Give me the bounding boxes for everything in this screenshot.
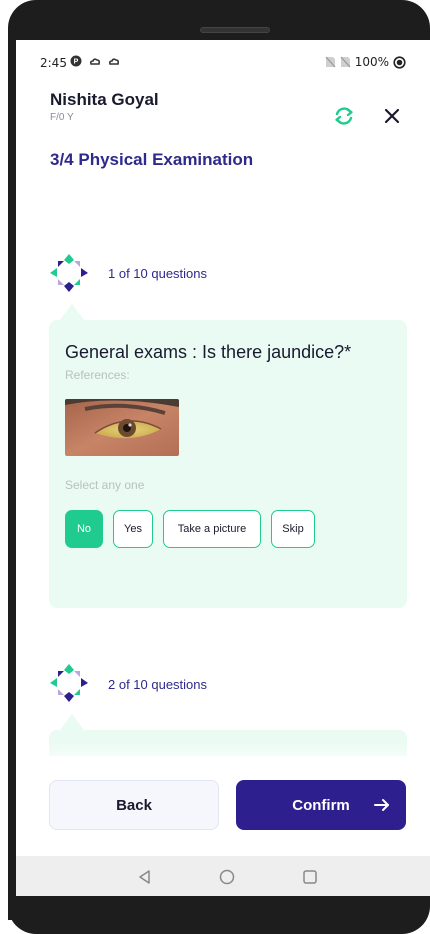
back-button[interactable]: Back: [49, 780, 219, 830]
phone-speaker: [200, 27, 270, 33]
notification-icon: P: [70, 55, 82, 67]
no-sim-icon-2: [340, 56, 351, 68]
option-skip[interactable]: Skip: [271, 510, 315, 548]
select-any-one-label: Select any one: [65, 478, 145, 492]
app-screen: 2:45 P 100% Nishita Goyal F/0 Y 3/4 Phys…: [16, 40, 430, 896]
battery-percent: 100%: [354, 55, 389, 69]
nav-recents-icon[interactable]: [301, 868, 319, 886]
question-text: General exams : Is there jaundice?*: [65, 342, 352, 362]
svg-text:P: P: [74, 59, 79, 66]
confirm-button[interactable]: Confirm: [236, 780, 406, 830]
question-card: General exams : Is there jaundice?* Refe…: [49, 320, 407, 608]
footer-actions: Back Confirm: [16, 756, 430, 856]
question-count-2: 2 of 10 questions: [108, 677, 208, 692]
status-time: 2:45: [40, 56, 67, 70]
app-logo-icon: [50, 254, 88, 292]
phone-frame-bottom: [8, 896, 430, 934]
status-bar: 2:45 P 100%: [16, 40, 430, 74]
patient-gender-age: F/0 Y: [50, 112, 74, 123]
status-right: 100%: [325, 55, 406, 69]
phone-frame-left: [8, 40, 16, 920]
patient-name: Nishita Goyal: [50, 90, 159, 109]
arrow-right-icon: [374, 799, 389, 811]
close-icon[interactable]: [380, 104, 404, 128]
jaundice-reference-image[interactable]: [65, 399, 179, 456]
battery-icon: [393, 55, 406, 69]
references-label: References:: [65, 368, 130, 382]
nav-back-icon[interactable]: [136, 868, 154, 886]
section-title: 3/4 Physical Examination: [50, 150, 254, 169]
sync-icon[interactable]: [332, 104, 356, 128]
question-count: 1 of 10 questions: [108, 266, 208, 281]
card-pointer-2: [60, 714, 84, 730]
confirm-label: Confirm: [292, 796, 350, 814]
answer-options: No Yes Take a picture Skip: [65, 510, 315, 548]
option-take-picture[interactable]: Take a picture: [163, 510, 261, 548]
option-no[interactable]: No: [65, 510, 103, 548]
no-sim-icon: [325, 56, 336, 68]
app-logo-icon-2: [50, 664, 88, 702]
option-yes[interactable]: Yes: [113, 510, 153, 548]
cloud-icon: [89, 58, 101, 65]
cloud-icon-2: [108, 58, 120, 65]
android-nav-bar: [16, 856, 430, 896]
nav-home-icon[interactable]: [218, 868, 236, 886]
card-pointer: [60, 304, 84, 320]
